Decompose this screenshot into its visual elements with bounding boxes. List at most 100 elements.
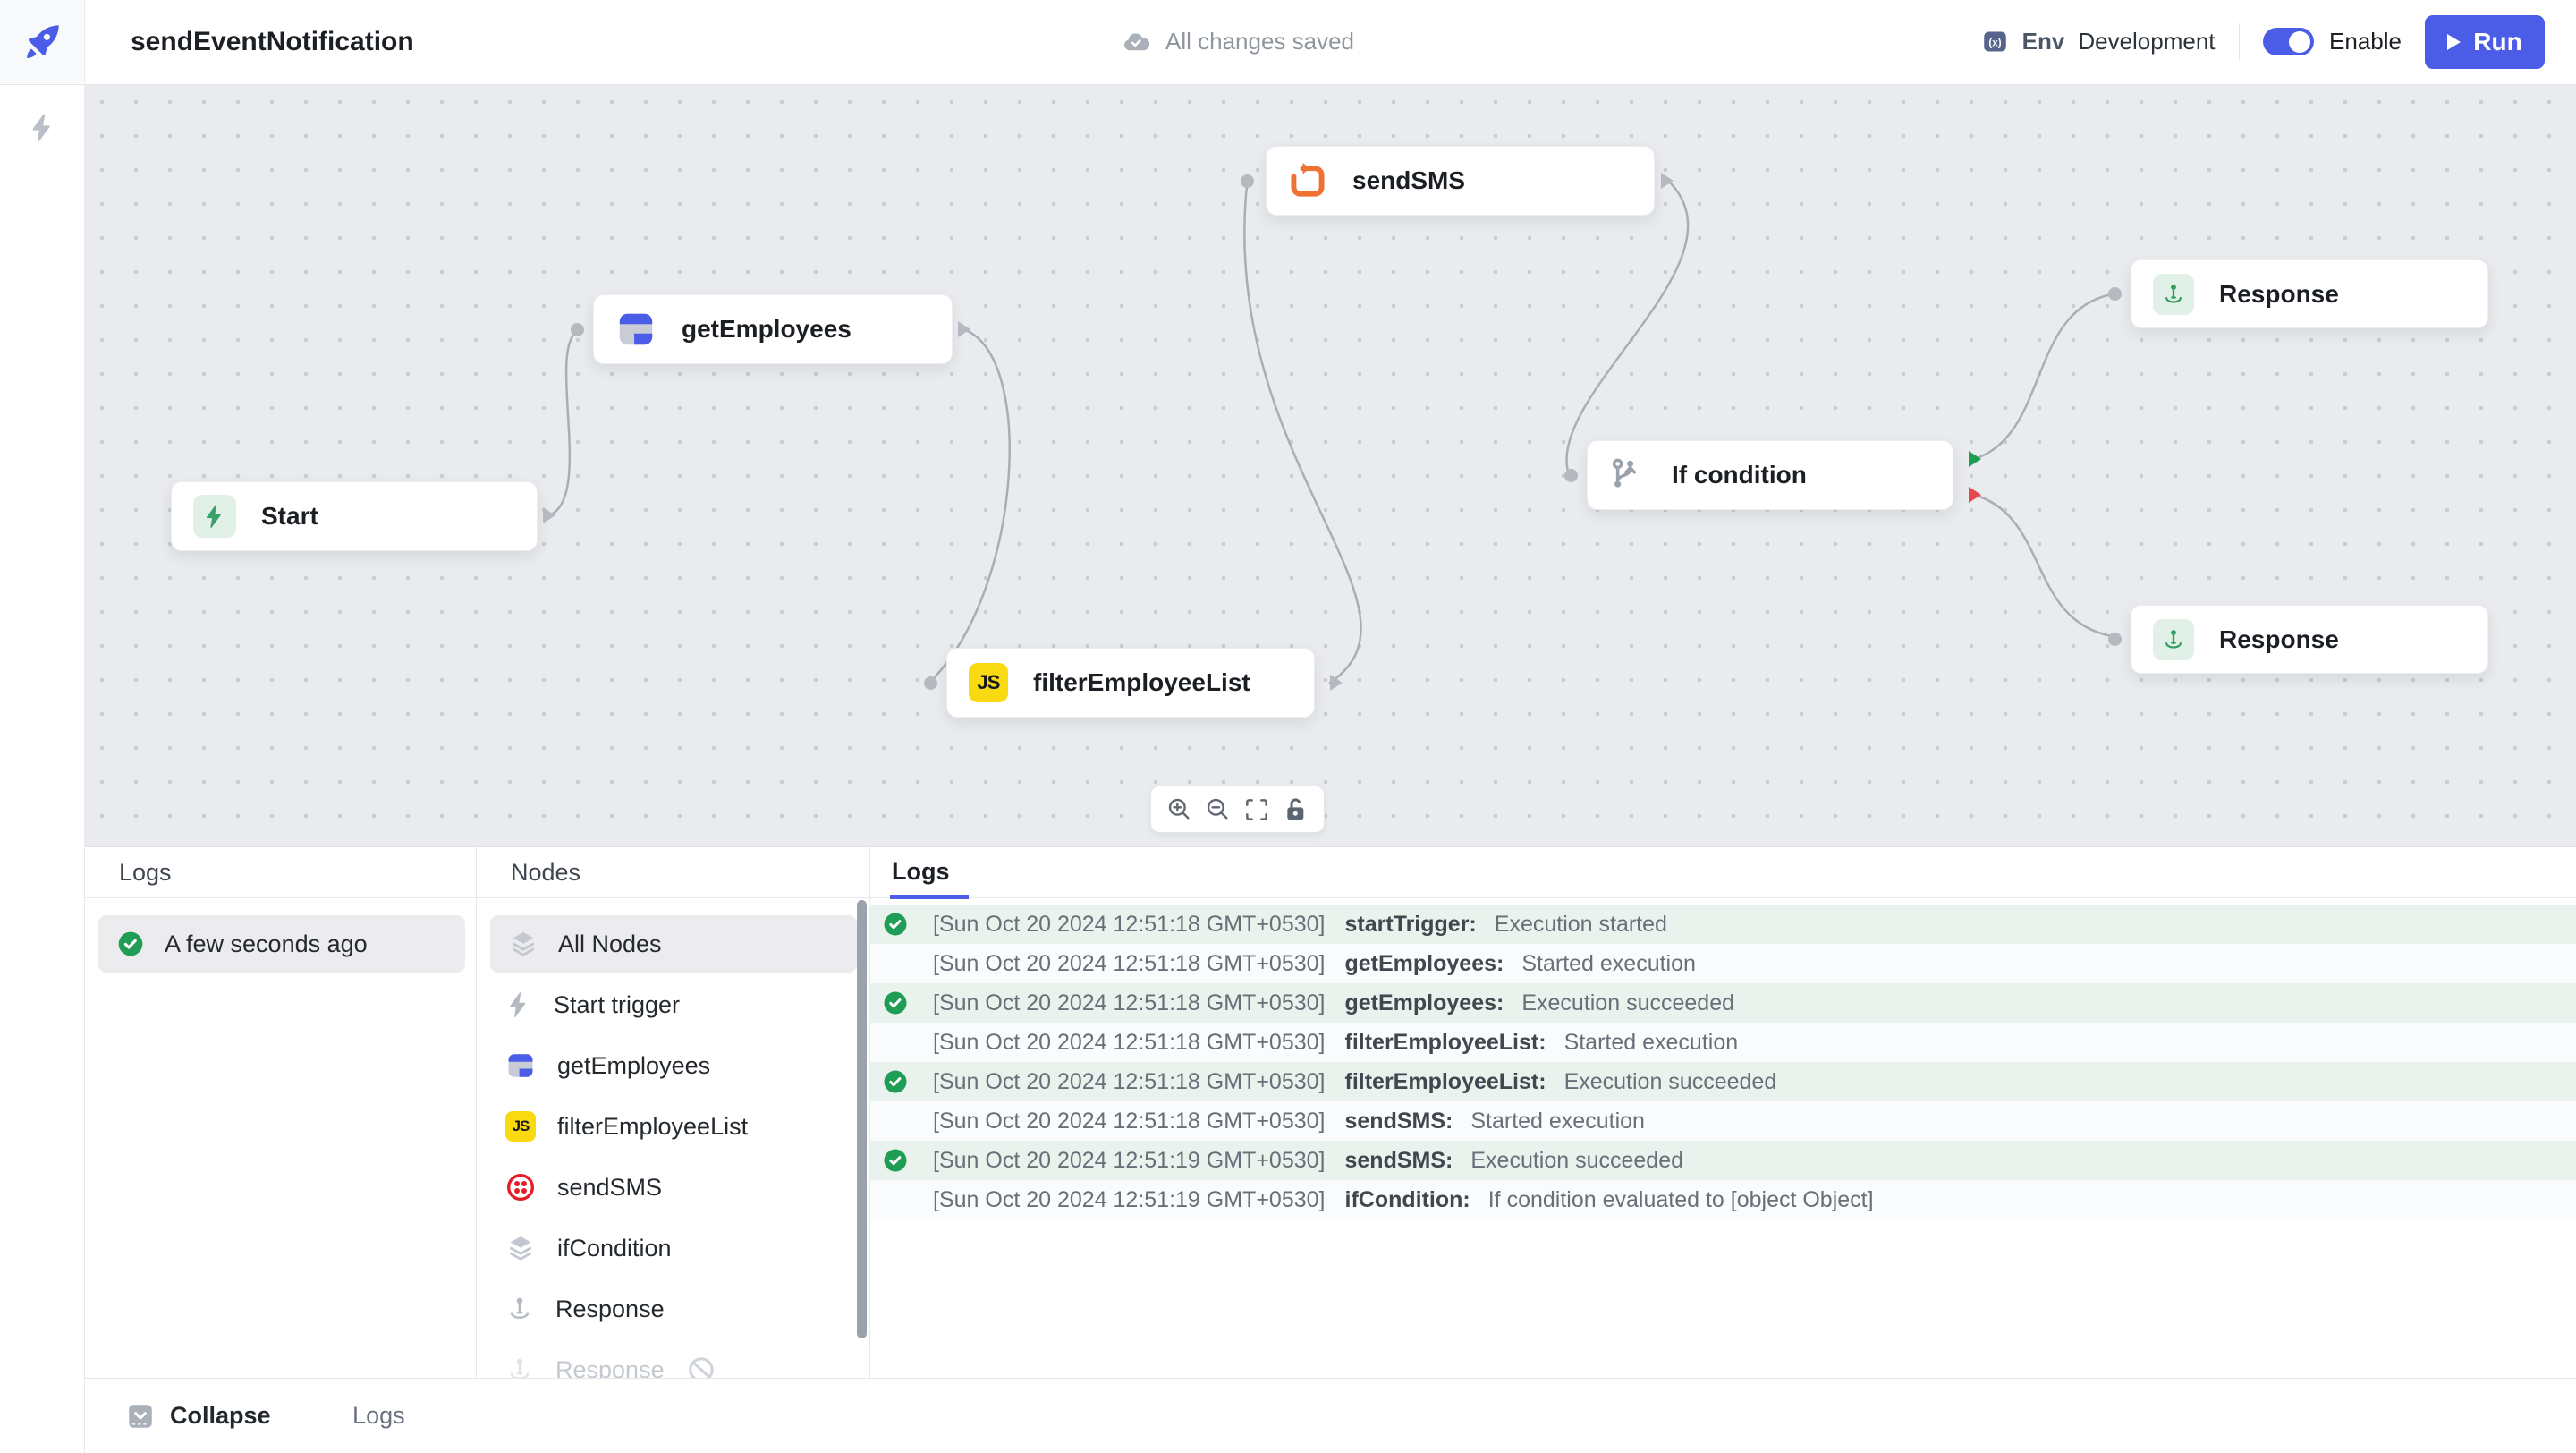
log-message: Execution succeeded bbox=[1564, 1069, 1777, 1095]
enable-toggle[interactable] bbox=[2263, 28, 2314, 55]
toggle-knob bbox=[2289, 31, 2310, 53]
node-getEmployees[interactable]: getEmployees bbox=[593, 294, 953, 364]
node-filter-response-1[interactable]: Response bbox=[477, 1279, 869, 1339]
disabled-slash-icon bbox=[686, 1355, 716, 1378]
js-icon: JS bbox=[505, 1111, 536, 1142]
start-output-port[interactable] bbox=[543, 507, 555, 523]
branch-icon bbox=[1609, 456, 1647, 494]
svg-text:(x): (x) bbox=[1988, 37, 2001, 48]
log-source: getEmployees: bbox=[1345, 951, 1504, 977]
node-filter-label: All Nodes bbox=[558, 930, 662, 958]
filterEmployeeList-output-port[interactable] bbox=[1330, 675, 1343, 691]
node-filter-sendSMS[interactable]: sendSMS bbox=[477, 1157, 869, 1218]
response-pin-icon bbox=[505, 1355, 534, 1378]
sendSMS-input-port[interactable] bbox=[1241, 174, 1254, 188]
log-message: Started execution bbox=[1564, 1030, 1739, 1056]
node-filter-all[interactable]: All Nodes bbox=[490, 915, 857, 973]
app-logo[interactable] bbox=[0, 0, 85, 83]
success-check-icon bbox=[882, 990, 909, 1016]
node-response-false[interactable]: Response bbox=[2131, 605, 2488, 674]
node-filter-filterEmployeeList[interactable]: JS filterEmployeeList bbox=[477, 1096, 869, 1157]
tab-logs[interactable]: Logs bbox=[890, 858, 969, 899]
ifCondition-input-port[interactable] bbox=[1564, 469, 1578, 482]
log-row: [Sun Oct 20 2024 12:51:18 GMT+0530] getE… bbox=[870, 983, 2576, 1023]
edge-sendSMS-ifCondition bbox=[1566, 181, 1688, 472]
log-timestamp: [Sun Oct 20 2024 12:51:18 GMT+0530] bbox=[933, 951, 1326, 977]
node-filter-label: ifCondition bbox=[557, 1235, 672, 1262]
lock-button[interactable] bbox=[1280, 794, 1310, 825]
log-message: Started execution bbox=[1470, 1109, 1645, 1134]
node-filter-label: Response bbox=[555, 1356, 665, 1379]
play-icon bbox=[2447, 34, 2461, 50]
twilio-icon bbox=[505, 1172, 536, 1202]
sendSMS-output-port[interactable] bbox=[1661, 173, 1674, 189]
bottom-bar-divider bbox=[318, 1393, 319, 1440]
history-item[interactable]: A few seconds ago bbox=[98, 915, 465, 973]
nodes-scrollbar[interactable] bbox=[857, 900, 867, 1338]
node-label: Response bbox=[2219, 625, 2339, 654]
edge-filterEmployeeList-sendSMS bbox=[1244, 185, 1360, 683]
success-check-icon bbox=[882, 1147, 909, 1174]
nodes-column: Nodes All Nodes Start trigger bbox=[477, 847, 870, 1378]
node-response-true[interactable]: Response bbox=[2131, 259, 2488, 328]
success-check-icon bbox=[882, 911, 909, 938]
edge-ifCondition-response-false bbox=[1974, 495, 2112, 636]
log-source: filterEmployeeList: bbox=[1345, 1030, 1546, 1056]
run-button[interactable]: Run bbox=[2425, 15, 2545, 69]
trigger-bolt-icon[interactable] bbox=[28, 110, 57, 146]
fit-view-button[interactable] bbox=[1241, 794, 1272, 825]
zoom-out-button[interactable] bbox=[1203, 794, 1233, 825]
retry-action-icon bbox=[1288, 161, 1327, 200]
enable-label: Enable bbox=[2329, 28, 2402, 55]
node-label: Response bbox=[2219, 280, 2339, 309]
node-ifCondition[interactable]: If condition bbox=[1587, 440, 1953, 510]
getEmployees-output-port[interactable] bbox=[958, 321, 970, 337]
ifCondition-true-port[interactable] bbox=[1969, 451, 1981, 467]
workflow-title[interactable]: sendEventNotification bbox=[131, 0, 414, 83]
log-row: [Sun Oct 20 2024 12:51:18 GMT+0530] send… bbox=[870, 1101, 2576, 1141]
env-label: Env bbox=[2022, 28, 2065, 55]
node-filter-ifCondition[interactable]: ifCondition bbox=[477, 1218, 869, 1279]
edge-getEmployees-filterEmployeeList bbox=[933, 329, 1010, 679]
log-row: [Sun Oct 20 2024 12:51:18 GMT+0530] filt… bbox=[870, 1062, 2576, 1101]
node-filter-startTrigger[interactable]: Start trigger bbox=[477, 974, 869, 1035]
node-label: Start bbox=[261, 502, 318, 531]
response-false-input-port[interactable] bbox=[2108, 633, 2122, 646]
log-message: Execution started bbox=[1495, 912, 1667, 938]
workflow-canvas[interactable]: Start getEmployees sendSMS JS filterEmpl… bbox=[85, 85, 2576, 846]
start-bolt-icon bbox=[193, 495, 236, 538]
node-filterEmployeeList[interactable]: JS filterEmployeeList bbox=[946, 648, 1315, 718]
layers-icon bbox=[505, 1233, 536, 1263]
nodes-header: Nodes bbox=[477, 847, 869, 898]
logs-view: Logs [Sun Oct 20 2024 12:51:18 GMT+0530]… bbox=[870, 847, 2576, 1378]
node-filter-label: filterEmployeeList bbox=[557, 1113, 748, 1141]
log-timestamp: [Sun Oct 20 2024 12:51:19 GMT+0530] bbox=[933, 1187, 1326, 1213]
bottom-bar-logs-tab[interactable]: Logs bbox=[352, 1402, 405, 1430]
node-label: If condition bbox=[1672, 461, 1807, 489]
log-message: Execution succeeded bbox=[1470, 1148, 1683, 1174]
run-history-column: Logs A few seconds ago bbox=[85, 847, 477, 1378]
filterEmployeeList-input-port[interactable] bbox=[924, 676, 937, 690]
layers-icon bbox=[508, 929, 538, 959]
node-filter-getEmployees[interactable]: getEmployees bbox=[477, 1035, 869, 1096]
node-filter-label: sendSMS bbox=[557, 1174, 662, 1202]
node-sendSMS[interactable]: sendSMS bbox=[1266, 146, 1655, 216]
log-source: startTrigger: bbox=[1345, 912, 1477, 938]
node-start[interactable]: Start bbox=[171, 481, 538, 551]
getEmployees-input-port[interactable] bbox=[571, 323, 584, 336]
save-status-text: All changes saved bbox=[1165, 28, 1354, 55]
log-message: If condition evaluated to [object Object… bbox=[1488, 1187, 1874, 1213]
table-query-icon bbox=[615, 309, 657, 350]
node-filter-label: Response bbox=[555, 1296, 665, 1323]
run-button-label: Run bbox=[2473, 28, 2521, 56]
environment-switcher[interactable]: (x) Env Development bbox=[1981, 28, 2216, 55]
topbar-divider bbox=[2239, 23, 2241, 61]
ifCondition-false-port[interactable] bbox=[1969, 487, 1981, 503]
response-true-input-port[interactable] bbox=[2108, 287, 2122, 301]
history-item-label: A few seconds ago bbox=[165, 930, 368, 958]
collapse-button[interactable]: Collapse bbox=[125, 1401, 271, 1432]
rocket-icon bbox=[20, 20, 64, 64]
node-filter-response-2[interactable]: Response bbox=[477, 1339, 869, 1378]
zoom-in-button[interactable] bbox=[1165, 794, 1195, 825]
collapse-label: Collapse bbox=[170, 1402, 271, 1430]
